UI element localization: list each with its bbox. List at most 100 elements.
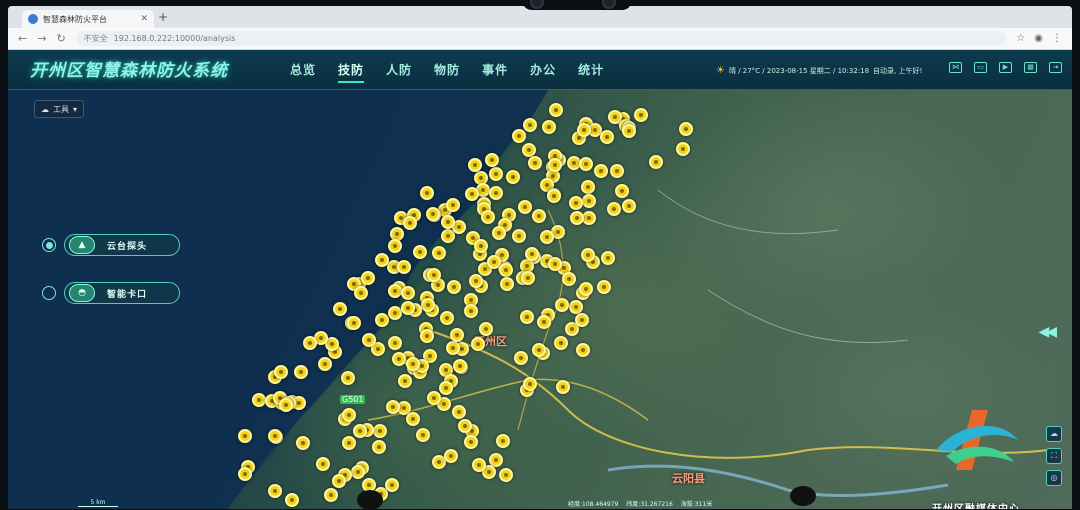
camera-marker[interactable] (446, 341, 460, 355)
camera-marker[interactable] (472, 458, 486, 472)
camera-marker[interactable] (440, 311, 454, 325)
camera-marker[interactable] (316, 457, 330, 471)
camera-marker[interactable] (432, 246, 446, 260)
camera-marker[interactable] (521, 271, 535, 285)
camera-marker[interactable] (441, 215, 455, 229)
camera-marker[interactable] (351, 465, 365, 479)
camera-marker[interactable] (622, 199, 636, 213)
camera-marker[interactable] (548, 158, 562, 172)
camera-marker[interactable] (676, 142, 690, 156)
camera-marker[interactable] (373, 424, 387, 438)
camera-marker[interactable] (469, 274, 483, 288)
camera-marker[interactable] (332, 474, 346, 488)
camera-marker[interactable] (420, 186, 434, 200)
camera-marker[interactable] (439, 381, 453, 395)
camera-marker[interactable] (353, 424, 367, 438)
camera-marker[interactable] (446, 198, 460, 212)
camera-marker[interactable] (388, 336, 402, 350)
camera-marker[interactable] (576, 343, 590, 357)
camera-marker[interactable] (649, 155, 663, 169)
camera-marker[interactable] (268, 429, 282, 443)
camera-marker[interactable] (401, 286, 415, 300)
camera-marker[interactable] (489, 167, 503, 181)
camera-marker[interactable] (385, 478, 399, 492)
camera-marker[interactable] (600, 130, 614, 144)
camera-marker[interactable] (607, 202, 621, 216)
camera-marker[interactable] (537, 315, 551, 329)
camera-marker[interactable] (444, 449, 458, 463)
forward-icon[interactable]: → (37, 32, 46, 45)
camera-marker[interactable] (342, 436, 356, 450)
camera-marker[interactable] (406, 357, 420, 371)
camera-marker[interactable] (481, 210, 495, 224)
camera-marker[interactable] (388, 239, 402, 253)
layer-pill-ptz-camera[interactable]: ▲ 云台探头 (64, 234, 180, 256)
camera-marker[interactable] (401, 301, 415, 315)
camera-marker[interactable] (427, 391, 441, 405)
radio-smart-checkpoint[interactable] (42, 286, 56, 300)
camera-marker[interactable] (238, 467, 252, 481)
camera-marker[interactable] (547, 189, 561, 203)
camera-marker[interactable] (518, 200, 532, 214)
camera-marker[interactable] (294, 365, 308, 379)
camera-marker[interactable] (375, 253, 389, 267)
camera-marker[interactable] (375, 313, 389, 327)
close-tab-icon[interactable]: ✕ (140, 14, 148, 24)
camera-marker[interactable] (427, 268, 441, 282)
profile-icon[interactable]: ◉ (1034, 33, 1043, 44)
camera-marker[interactable] (465, 187, 479, 201)
layer-toggle-smart-checkpoint[interactable]: ◓ 智能卡口 (42, 282, 180, 304)
locate-tool-icon[interactable]: ◎ (1046, 470, 1062, 486)
map-view[interactable]: ☁ 工具 ▾ ▲ 云台探头 ◓ 智能卡口 开州区 云阳县 G501 ◀◀ ☁ ⛶… (8, 90, 1072, 509)
camera-marker[interactable] (274, 365, 288, 379)
menu-item-events[interactable]: 事件 (482, 61, 508, 83)
camera-marker[interactable] (474, 239, 488, 253)
camera-marker[interactable] (361, 271, 375, 285)
camera-marker[interactable] (594, 164, 608, 178)
camera-marker[interactable] (447, 280, 461, 294)
url-field[interactable]: 不安全 192.168.0.222:10000/analysis (75, 31, 1007, 46)
camera-marker[interactable] (489, 186, 503, 200)
camera-marker[interactable] (506, 170, 520, 184)
camera-marker[interactable] (471, 337, 485, 351)
camera-marker[interactable] (392, 352, 406, 366)
camera-marker[interactable] (452, 405, 466, 419)
camera-marker[interactable] (562, 272, 576, 286)
camera-marker[interactable] (528, 156, 542, 170)
camera-marker[interactable] (458, 419, 472, 433)
radio-ptz-camera[interactable] (42, 238, 56, 252)
camera-marker[interactable] (582, 194, 596, 208)
layer-toggle-ptz-camera[interactable]: ▲ 云台探头 (42, 234, 180, 256)
camera-marker[interactable] (525, 247, 539, 261)
camera-marker[interactable] (464, 435, 478, 449)
camera-marker[interactable] (523, 118, 537, 132)
camera-marker[interactable] (542, 120, 556, 134)
browser-tab[interactable]: 智慧森林防火平台 ✕ (22, 10, 154, 28)
camera-marker[interactable] (601, 251, 615, 265)
camera-marker[interactable] (347, 316, 361, 330)
camera-marker[interactable] (615, 184, 629, 198)
camera-marker[interactable] (554, 336, 568, 350)
camera-marker[interactable] (303, 336, 317, 350)
camera-marker[interactable] (388, 284, 402, 298)
camera-marker[interactable] (556, 380, 570, 394)
camera-marker[interactable] (342, 408, 356, 422)
camera-marker[interactable] (485, 153, 499, 167)
camera-marker[interactable] (582, 211, 596, 225)
camera-marker[interactable] (548, 257, 562, 271)
menu-item-personnel[interactable]: 人防 (386, 61, 412, 83)
layout-icon[interactable]: ▦ (1024, 62, 1037, 73)
camera-marker[interactable] (296, 436, 310, 450)
new-tab-button[interactable]: + (158, 10, 168, 24)
camera-marker[interactable] (512, 129, 526, 143)
camera-marker[interactable] (522, 143, 536, 157)
weather-tool-icon[interactable]: ☁ (1046, 426, 1062, 442)
layer-pill-smart-checkpoint[interactable]: ◓ 智能卡口 (64, 282, 180, 304)
camera-marker[interactable] (324, 488, 338, 502)
camera-marker[interactable] (597, 280, 611, 294)
tools-dropdown[interactable]: ☁ 工具 ▾ (34, 100, 85, 118)
camera-marker[interactable] (540, 230, 554, 244)
camera-marker[interactable] (500, 277, 514, 291)
camera-marker[interactable] (610, 164, 624, 178)
video-icon[interactable]: ▶ (999, 62, 1012, 73)
